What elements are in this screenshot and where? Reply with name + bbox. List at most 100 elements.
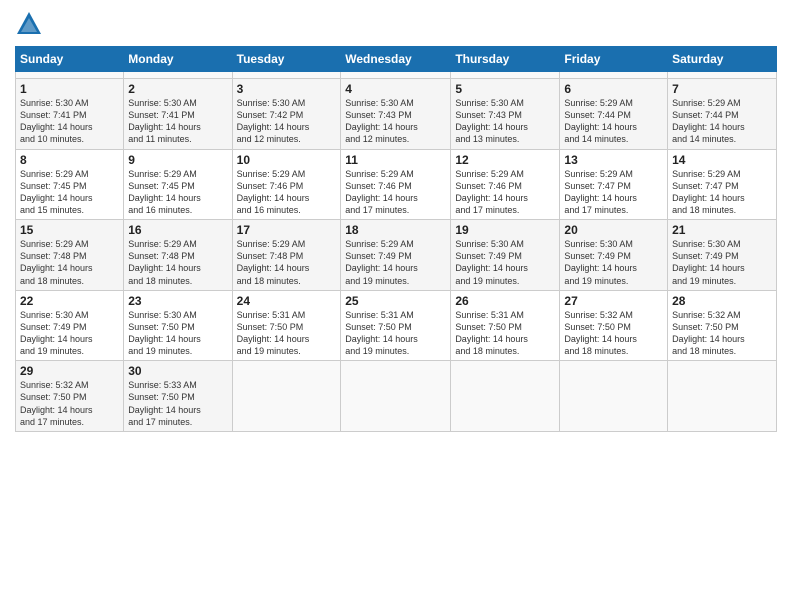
calendar-week-row: 29Sunrise: 5:32 AMSunset: 7:50 PMDayligh… [16, 361, 777, 432]
calendar-cell: 28Sunrise: 5:32 AMSunset: 7:50 PMDayligh… [668, 290, 777, 361]
day-info: Sunrise: 5:29 AMSunset: 7:47 PMDaylight:… [564, 168, 663, 217]
calendar-cell: 25Sunrise: 5:31 AMSunset: 7:50 PMDayligh… [341, 290, 451, 361]
calendar-cell: 6Sunrise: 5:29 AMSunset: 7:44 PMDaylight… [560, 79, 668, 150]
day-number: 1 [20, 82, 119, 96]
calendar-cell: 23Sunrise: 5:30 AMSunset: 7:50 PMDayligh… [124, 290, 232, 361]
calendar-week-row: 1Sunrise: 5:30 AMSunset: 7:41 PMDaylight… [16, 79, 777, 150]
calendar-cell: 8Sunrise: 5:29 AMSunset: 7:45 PMDaylight… [16, 149, 124, 220]
page: SundayMondayTuesdayWednesdayThursdayFrid… [0, 0, 792, 612]
calendar-cell: 19Sunrise: 5:30 AMSunset: 7:49 PMDayligh… [451, 220, 560, 291]
header [15, 10, 777, 38]
calendar-cell: 22Sunrise: 5:30 AMSunset: 7:49 PMDayligh… [16, 290, 124, 361]
day-info: Sunrise: 5:31 AMSunset: 7:50 PMDaylight:… [455, 309, 555, 358]
calendar-cell: 1Sunrise: 5:30 AMSunset: 7:41 PMDaylight… [16, 79, 124, 150]
calendar-cell [232, 361, 341, 432]
day-info: Sunrise: 5:29 AMSunset: 7:44 PMDaylight:… [564, 97, 663, 146]
calendar-cell: 14Sunrise: 5:29 AMSunset: 7:47 PMDayligh… [668, 149, 777, 220]
day-info: Sunrise: 5:30 AMSunset: 7:43 PMDaylight:… [345, 97, 446, 146]
day-info: Sunrise: 5:29 AMSunset: 7:47 PMDaylight:… [672, 168, 772, 217]
day-info: Sunrise: 5:30 AMSunset: 7:49 PMDaylight:… [672, 238, 772, 287]
day-number: 16 [128, 223, 227, 237]
calendar-cell: 5Sunrise: 5:30 AMSunset: 7:43 PMDaylight… [451, 79, 560, 150]
calendar-cell [668, 72, 777, 79]
calendar-cell: 26Sunrise: 5:31 AMSunset: 7:50 PMDayligh… [451, 290, 560, 361]
calendar-cell [668, 361, 777, 432]
day-number: 11 [345, 153, 446, 167]
day-info: Sunrise: 5:30 AMSunset: 7:49 PMDaylight:… [455, 238, 555, 287]
day-number: 18 [345, 223, 446, 237]
day-info: Sunrise: 5:30 AMSunset: 7:50 PMDaylight:… [128, 309, 227, 358]
calendar-cell: 27Sunrise: 5:32 AMSunset: 7:50 PMDayligh… [560, 290, 668, 361]
day-info: Sunrise: 5:30 AMSunset: 7:49 PMDaylight:… [564, 238, 663, 287]
calendar-week-row: 8Sunrise: 5:29 AMSunset: 7:45 PMDaylight… [16, 149, 777, 220]
calendar-cell: 24Sunrise: 5:31 AMSunset: 7:50 PMDayligh… [232, 290, 341, 361]
day-number: 29 [20, 364, 119, 378]
day-number: 10 [237, 153, 337, 167]
logo-icon [15, 10, 43, 38]
day-info: Sunrise: 5:29 AMSunset: 7:46 PMDaylight:… [237, 168, 337, 217]
day-number: 28 [672, 294, 772, 308]
calendar-week-row [16, 72, 777, 79]
calendar-cell: 20Sunrise: 5:30 AMSunset: 7:49 PMDayligh… [560, 220, 668, 291]
calendar-cell: 21Sunrise: 5:30 AMSunset: 7:49 PMDayligh… [668, 220, 777, 291]
calendar-cell: 11Sunrise: 5:29 AMSunset: 7:46 PMDayligh… [341, 149, 451, 220]
day-number: 17 [237, 223, 337, 237]
day-number: 4 [345, 82, 446, 96]
calendar-table: SundayMondayTuesdayWednesdayThursdayFrid… [15, 46, 777, 432]
calendar-week-row: 22Sunrise: 5:30 AMSunset: 7:49 PMDayligh… [16, 290, 777, 361]
calendar-cell: 3Sunrise: 5:30 AMSunset: 7:42 PMDaylight… [232, 79, 341, 150]
day-info: Sunrise: 5:29 AMSunset: 7:45 PMDaylight:… [20, 168, 119, 217]
day-number: 30 [128, 364, 227, 378]
day-number: 14 [672, 153, 772, 167]
calendar-cell: 10Sunrise: 5:29 AMSunset: 7:46 PMDayligh… [232, 149, 341, 220]
calendar-week-row: 15Sunrise: 5:29 AMSunset: 7:48 PMDayligh… [16, 220, 777, 291]
calendar-cell: 29Sunrise: 5:32 AMSunset: 7:50 PMDayligh… [16, 361, 124, 432]
calendar-cell: 30Sunrise: 5:33 AMSunset: 7:50 PMDayligh… [124, 361, 232, 432]
calendar-cell: 13Sunrise: 5:29 AMSunset: 7:47 PMDayligh… [560, 149, 668, 220]
calendar-cell [16, 72, 124, 79]
day-info: Sunrise: 5:29 AMSunset: 7:48 PMDaylight:… [128, 238, 227, 287]
calendar-cell: 15Sunrise: 5:29 AMSunset: 7:48 PMDayligh… [16, 220, 124, 291]
day-info: Sunrise: 5:30 AMSunset: 7:41 PMDaylight:… [20, 97, 119, 146]
calendar-cell: 18Sunrise: 5:29 AMSunset: 7:49 PMDayligh… [341, 220, 451, 291]
calendar-cell: 16Sunrise: 5:29 AMSunset: 7:48 PMDayligh… [124, 220, 232, 291]
day-info: Sunrise: 5:30 AMSunset: 7:42 PMDaylight:… [237, 97, 337, 146]
calendar-cell: 7Sunrise: 5:29 AMSunset: 7:44 PMDaylight… [668, 79, 777, 150]
day-number: 27 [564, 294, 663, 308]
calendar-day-header: Tuesday [232, 47, 341, 72]
day-info: Sunrise: 5:29 AMSunset: 7:48 PMDaylight:… [237, 238, 337, 287]
calendar-cell [341, 361, 451, 432]
calendar-cell [124, 72, 232, 79]
day-number: 8 [20, 153, 119, 167]
day-number: 5 [455, 82, 555, 96]
day-info: Sunrise: 5:29 AMSunset: 7:46 PMDaylight:… [455, 168, 555, 217]
calendar-day-header: Monday [124, 47, 232, 72]
day-number: 20 [564, 223, 663, 237]
calendar-day-header: Sunday [16, 47, 124, 72]
day-info: Sunrise: 5:32 AMSunset: 7:50 PMDaylight:… [20, 379, 119, 428]
calendar-cell [560, 361, 668, 432]
day-info: Sunrise: 5:29 AMSunset: 7:44 PMDaylight:… [672, 97, 772, 146]
calendar-cell: 17Sunrise: 5:29 AMSunset: 7:48 PMDayligh… [232, 220, 341, 291]
calendar-cell [451, 361, 560, 432]
calendar-cell: 9Sunrise: 5:29 AMSunset: 7:45 PMDaylight… [124, 149, 232, 220]
calendar-cell: 2Sunrise: 5:30 AMSunset: 7:41 PMDaylight… [124, 79, 232, 150]
day-info: Sunrise: 5:30 AMSunset: 7:43 PMDaylight:… [455, 97, 555, 146]
calendar-cell [560, 72, 668, 79]
day-number: 9 [128, 153, 227, 167]
day-number: 23 [128, 294, 227, 308]
day-info: Sunrise: 5:29 AMSunset: 7:46 PMDaylight:… [345, 168, 446, 217]
day-info: Sunrise: 5:29 AMSunset: 7:48 PMDaylight:… [20, 238, 119, 287]
day-number: 25 [345, 294, 446, 308]
day-info: Sunrise: 5:31 AMSunset: 7:50 PMDaylight:… [237, 309, 337, 358]
calendar-day-header: Wednesday [341, 47, 451, 72]
calendar-cell: 4Sunrise: 5:30 AMSunset: 7:43 PMDaylight… [341, 79, 451, 150]
calendar-header-row: SundayMondayTuesdayWednesdayThursdayFrid… [16, 47, 777, 72]
logo [15, 10, 47, 38]
day-info: Sunrise: 5:29 AMSunset: 7:49 PMDaylight:… [345, 238, 446, 287]
day-number: 7 [672, 82, 772, 96]
day-info: Sunrise: 5:30 AMSunset: 7:41 PMDaylight:… [128, 97, 227, 146]
day-info: Sunrise: 5:31 AMSunset: 7:50 PMDaylight:… [345, 309, 446, 358]
day-info: Sunrise: 5:30 AMSunset: 7:49 PMDaylight:… [20, 309, 119, 358]
day-number: 2 [128, 82, 227, 96]
